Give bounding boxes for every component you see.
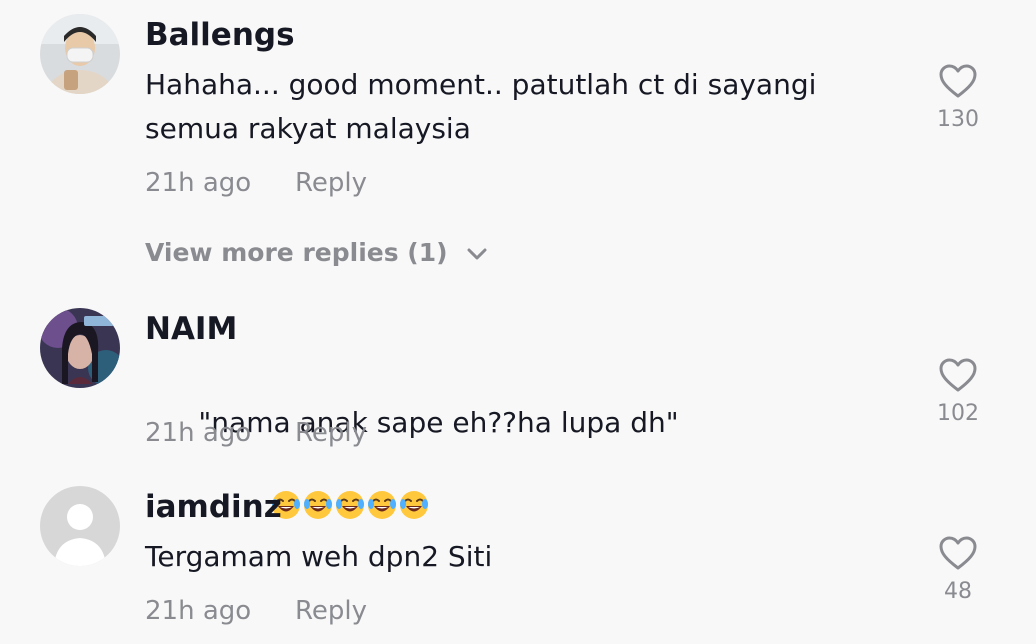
like-button[interactable]: 48 [928,535,988,604]
comment-timestamp: 21h ago [145,168,252,198]
comment-meta: 21h ago Reply [145,596,367,626]
comment-username[interactable]: iamdinz [145,489,282,525]
avatar[interactable] [40,308,120,388]
view-more-replies-button[interactable]: View more replies (1) [145,238,488,267]
comment-timestamp: 21h ago [145,418,252,448]
comment-meta: 21h ago Reply [145,168,367,198]
comment-meta: 21h ago Reply [145,418,367,448]
comment-text: Tergamam weh dpn2 Siti [145,540,493,573]
heart-outline-icon [939,536,977,570]
chevron-down-icon [467,248,487,260]
comment-timestamp: 21h ago [145,596,252,626]
laughing-emoji-icon [271,490,429,520]
like-count: 48 [944,579,972,604]
reply-button[interactable]: Reply [295,168,367,198]
comment-text: Hahaha... good moment.. patutlah ct di s… [145,68,817,145]
like-button[interactable]: 130 [928,63,988,132]
comments-panel: Ballengs Hahaha... good moment.. patutla… [0,0,1036,644]
comment-text-body: "nama anak sape eh??ha lupa dh" [198,406,679,439]
comment-username[interactable]: Ballengs [145,17,295,53]
like-button[interactable]: 102 [928,357,988,426]
avatar[interactable] [40,14,120,94]
like-count: 130 [937,107,979,132]
default-avatar-icon[interactable] [40,486,120,566]
heart-outline-icon [939,64,977,98]
reply-button[interactable]: Reply [295,596,367,626]
view-more-replies-label: View more replies (1) [145,238,448,267]
reply-button[interactable]: Reply [295,418,367,448]
heart-outline-icon [939,358,977,392]
like-count: 102 [937,401,979,426]
comment-username[interactable]: NAIM [145,311,237,347]
